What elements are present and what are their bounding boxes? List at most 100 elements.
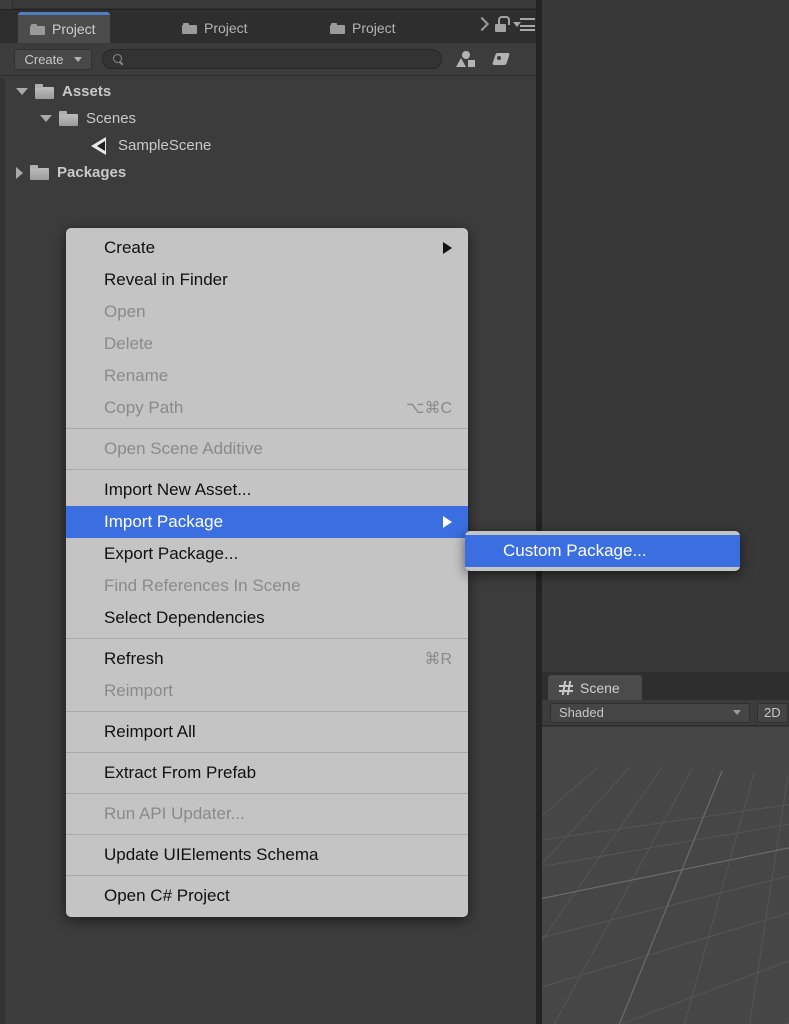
menu-item-label: Run API Updater... <box>104 804 245 823</box>
menu-item-shortcut: ⌥⌘C <box>406 400 452 417</box>
scene-panel: Scene Shaded 2D <box>542 672 789 1024</box>
scene-tab-label: Scene <box>580 679 620 696</box>
tree-item-label: SampleScene <box>118 137 212 154</box>
project-toolbar: Create <box>0 43 541 76</box>
menu-item-import-package[interactable]: Import Package <box>66 506 468 538</box>
toggle-2d-button[interactable]: 2D <box>757 702 788 723</box>
menu-item-open-c-project[interactable]: Open C# Project <box>66 880 468 912</box>
menu-item-reveal-in-finder[interactable]: Reveal in Finder <box>66 264 468 296</box>
menu-item-label: Reveal in Finder <box>104 270 228 289</box>
menu-separator <box>66 834 468 835</box>
project-tab-row: Project Project Project <box>0 10 541 43</box>
tree-item-packages[interactable]: Packages <box>0 159 541 186</box>
draw-mode-label: Shaded <box>559 705 604 720</box>
toggle-2d-label: 2D <box>764 705 781 720</box>
menu-item-label: Open <box>104 302 146 321</box>
menu-item-find-references-in-scene: Find References In Scene <box>66 570 468 602</box>
menu-separator <box>66 711 468 712</box>
project-asset-tree: Assets Scenes SampleScene Packages <box>0 78 541 186</box>
tree-item-label: Assets <box>62 83 112 100</box>
menu-item-label: Extract From Prefab <box>104 763 257 782</box>
folder-icon <box>30 165 49 180</box>
folder-icon <box>182 22 197 34</box>
tree-item-label: Packages <box>57 164 127 181</box>
menu-item-shortcut: ⌘R <box>424 651 452 668</box>
menu-separator <box>66 469 468 470</box>
menu-item-label: Select Dependencies <box>104 608 265 627</box>
menu-item-label: Reimport <box>104 681 173 700</box>
tab-right-icon-group <box>475 16 535 34</box>
tab-project-3[interactable]: Project <box>318 13 410 43</box>
tree-item-label: Scenes <box>86 110 137 127</box>
tree-item-samplescene[interactable]: SampleScene <box>0 132 541 159</box>
menu-item-export-package[interactable]: Export Package... <box>66 538 468 570</box>
tab-scene[interactable]: Scene <box>548 675 642 700</box>
grid-hash-icon <box>559 680 573 695</box>
menu-item-label: Import Package <box>104 512 224 531</box>
tab-label: Project <box>352 20 396 36</box>
menu-item-label: Rename <box>104 366 169 385</box>
create-button[interactable]: Create <box>14 48 92 70</box>
chevron-down-icon <box>733 710 741 715</box>
menu-item-label: Delete <box>104 334 154 353</box>
scene-tab-row: Scene <box>542 672 789 700</box>
tab-label: Project <box>204 20 248 36</box>
menu-item-open-scene-additive: Open Scene Additive <box>66 433 468 465</box>
label-filter-icon <box>492 51 513 67</box>
menu-item-rename: Rename <box>66 360 468 392</box>
tree-item-scenes[interactable]: Scenes <box>0 105 541 132</box>
submenu-item-custom-package[interactable]: Custom Package... <box>465 535 740 567</box>
tab-label: Project <box>52 21 96 37</box>
menu-item-update-uielements-schema[interactable]: Update UIElements Schema <box>66 839 468 871</box>
menu-separator <box>66 752 468 753</box>
triangle-down-icon[interactable] <box>40 115 52 122</box>
menu-item-extract-from-prefab[interactable]: Extract From Prefab <box>66 757 468 789</box>
menu-item-label: Export Package... <box>104 544 239 563</box>
tree-item-assets[interactable]: Assets <box>0 78 541 105</box>
menu-item-label: Open C# Project <box>104 886 230 905</box>
menu-item-import-new-asset[interactable]: Import New Asset... <box>66 474 468 506</box>
menu-item-refresh[interactable]: Refresh ⌘R <box>66 643 468 675</box>
menu-item-reimport: Reimport <box>66 675 468 707</box>
scene-toolbar: Shaded 2D <box>542 700 789 726</box>
triangle-down-icon[interactable] <box>16 88 28 95</box>
menu-item-label: Create <box>104 238 156 257</box>
panel-divider[interactable] <box>536 0 542 1024</box>
tab-project-1[interactable]: Project <box>18 12 110 43</box>
menu-item-label: Find References In Scene <box>104 576 301 595</box>
tab-project-2[interactable]: Project <box>170 13 262 43</box>
top-strip-inner <box>12 0 537 9</box>
window-top-strip <box>0 0 541 10</box>
folder-icon <box>330 22 345 34</box>
menu-item-label: Open Scene Additive <box>104 439 263 458</box>
search-box[interactable] <box>102 49 442 69</box>
draw-mode-dropdown[interactable]: Shaded <box>550 702 750 723</box>
menu-item-label: Refresh <box>104 649 164 668</box>
menu-item-reimport-all[interactable]: Reimport All <box>66 716 468 748</box>
unity-scene-icon <box>88 136 110 156</box>
folder-icon <box>59 111 78 126</box>
menu-item-delete: Delete <box>66 328 468 360</box>
menu-separator <box>66 428 468 429</box>
panel-menu-icon[interactable] <box>513 18 535 32</box>
triangle-right-icon[interactable] <box>16 166 23 179</box>
folder-icon <box>30 23 45 35</box>
chevron-down-icon <box>73 56 82 62</box>
scene-viewport[interactable] <box>542 727 789 1024</box>
menu-item-label: Copy Path <box>104 398 184 417</box>
menu-item-label: Import New Asset... <box>104 480 252 499</box>
search-input[interactable] <box>131 52 431 66</box>
chevron-right-icon[interactable] <box>475 16 488 34</box>
label-filter-button[interactable] <box>488 48 518 70</box>
lock-open-icon[interactable] <box>494 16 510 33</box>
menu-item-run-api-updater: Run API Updater... <box>66 798 468 830</box>
scene-grid <box>542 766 789 1024</box>
asset-context-menu: Create Reveal in Finder Open Delete Rename Co… <box>66 228 468 917</box>
import-package-submenu: Custom Package... <box>465 531 740 571</box>
asset-type-filter-button[interactable] <box>450 48 480 70</box>
submenu-item-label: Custom Package... <box>503 541 647 560</box>
project-scrollbar[interactable] <box>0 78 5 1024</box>
menu-separator <box>66 638 468 639</box>
menu-item-create[interactable]: Create <box>66 232 468 264</box>
menu-item-select-dependencies[interactable]: Select Dependencies <box>66 602 468 634</box>
